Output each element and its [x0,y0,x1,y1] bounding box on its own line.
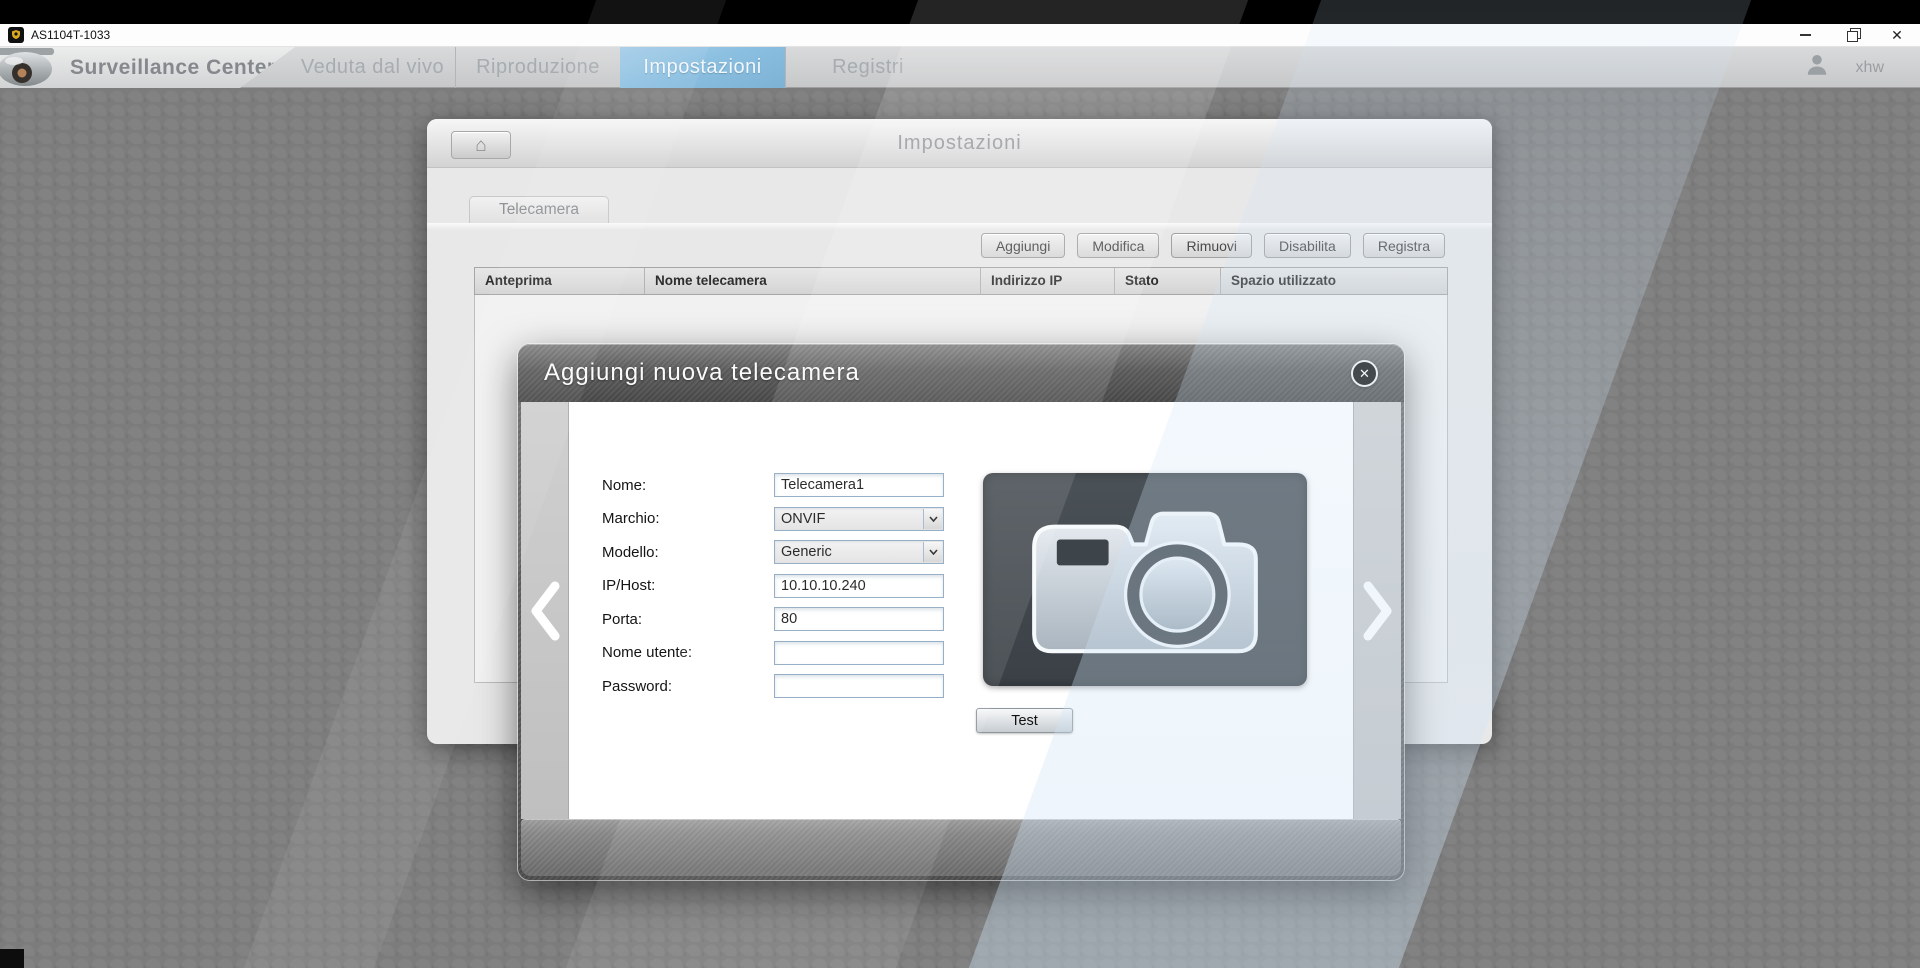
rimuovi-button[interactable]: Rimuovi [1171,233,1252,258]
brand-select[interactable]: ONVIF [774,507,944,531]
select-arrow-icon [923,542,942,562]
brand-title: Surveillance Center [70,47,276,88]
window-title: AS1104T-1033 [31,28,110,42]
tab-registri[interactable]: Registri [785,47,950,88]
select-arrow-icon [923,509,942,529]
minimize-button[interactable] [1782,24,1828,46]
settings-title: Impostazioni [427,119,1492,168]
window-titlebar[interactable]: AS1104T-1033 ✕ [0,24,1920,47]
camera-icon [1011,491,1279,669]
prev-arrow-button[interactable] [521,402,569,819]
aggiungi-button[interactable]: Aggiungi [981,233,1066,258]
marchio-label: Marchio: [602,510,774,527]
dialog-titlebar: Aggiungi nuova telecamera ✕ [518,344,1404,402]
app-header: Surveillance Center Veduta dal vivo Ripr… [0,47,1920,88]
screen: AS1104T-1033 ✕ [0,0,1920,968]
tab-telecamera[interactable]: Telecamera [469,196,609,223]
corner-chip [0,949,24,968]
porta-label: Porta: [602,611,774,628]
modifica-button[interactable]: Modifica [1077,233,1159,258]
form-row: Marchio: ONVIF [602,507,944,531]
tab-riproduzione[interactable]: Riproduzione [455,47,620,88]
chevron-right-icon [1362,580,1394,642]
add-camera-dialog: Aggiungi nuova telecamera ✕ Nome: Marchi… [518,344,1404,880]
col-indirizzo-ip: Indirizzo IP [981,268,1115,294]
table-header-row: Anteprima Nome telecamera Indirizzo IP S… [474,267,1448,295]
camera-preview [983,473,1307,686]
dialog-content: Nome: Marchio: ONVIF Modello: [569,402,1353,819]
disabilita-button[interactable]: Disabilita [1264,233,1351,258]
form-row: Porta: [602,607,944,631]
tabstrip-divider [427,223,1492,230]
dialog-footer [521,819,1401,876]
next-arrow-button[interactable] [1353,402,1401,819]
tab-impostazioni[interactable]: Impostazioni [620,47,785,88]
col-nome-telecamera: Nome telecamera [645,268,981,294]
close-window-button[interactable]: ✕ [1874,24,1920,46]
user-menu[interactable]: xhw [1804,47,1884,88]
nome-label: Nome: [602,477,774,494]
password-input[interactable] [774,674,944,698]
dialog-close-button[interactable]: ✕ [1351,360,1378,387]
camera-form: Nome: Marchio: ONVIF Modello: [602,473,944,708]
top-black-strip [0,0,1920,24]
password-label: Password: [602,678,774,695]
dome-camera-icon [0,48,60,93]
tab-veduta-dal-vivo[interactable]: Veduta dal vivo [290,47,455,88]
settings-panel-header: ⌂ Impostazioni [427,119,1492,168]
dialog-body: Nome: Marchio: ONVIF Modello: [521,402,1401,819]
home-button[interactable]: ⌂ [451,131,511,159]
registra-button[interactable]: Registra [1363,233,1445,258]
ip-input[interactable] [774,574,944,598]
name-input[interactable] [774,473,944,497]
app-shield-icon [8,27,24,43]
main-tabs: Veduta dal vivo Riproduzione Impostazion… [290,47,950,88]
close-icon: ✕ [1891,28,1903,42]
port-input[interactable] [774,607,944,631]
username-input[interactable] [774,641,944,665]
minimize-icon [1800,34,1811,36]
form-row: Nome utente: [602,641,944,665]
close-icon: ✕ [1359,367,1370,380]
user-icon [1804,52,1830,83]
col-stato: Stato [1115,268,1221,294]
col-spazio-utilizzato: Spazio utilizzato [1221,268,1447,294]
brand-select-value: ONVIF [781,511,825,527]
model-select[interactable]: Generic [774,540,944,564]
camera-toolbar: Aggiungi Modifica Rimuovi Disabilita Reg… [981,233,1445,258]
restore-icon [1847,31,1856,40]
test-button[interactable]: Test [976,708,1073,733]
home-icon: ⌂ [475,136,486,155]
modello-label: Modello: [602,544,774,561]
dialog-title: Aggiungi nuova telecamera [544,359,860,387]
form-row: IP/Host: [602,574,944,598]
ip-host-label: IP/Host: [602,577,774,594]
restore-button[interactable] [1828,24,1874,46]
model-select-value: Generic [781,544,832,560]
chevron-left-icon [529,580,561,642]
col-anteprima: Anteprima [475,268,645,294]
form-row: Modello: Generic [602,540,944,564]
window-controls: ✕ [1782,24,1920,46]
brand-plate: Surveillance Center [0,47,295,88]
form-row: Password: [602,674,944,698]
nome-utente-label: Nome utente: [602,644,774,661]
username: xhw [1856,59,1884,77]
form-row: Nome: [602,473,944,497]
